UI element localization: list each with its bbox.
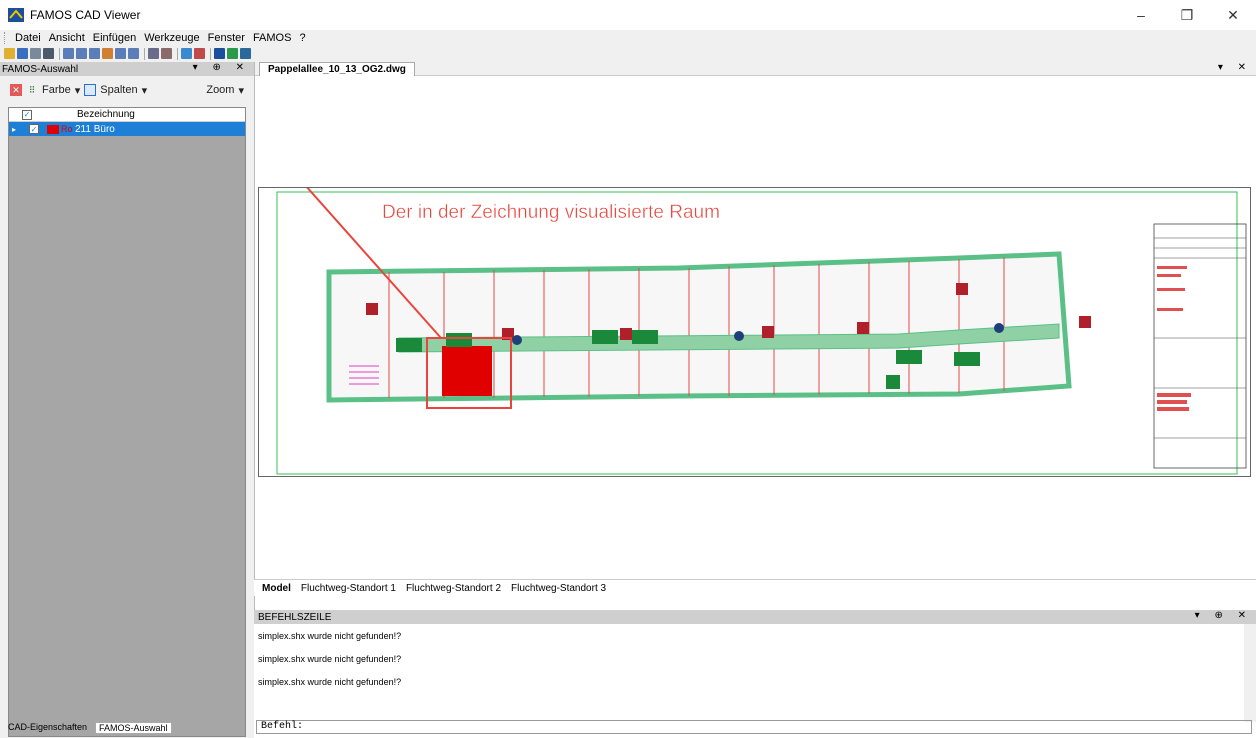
panel-title: FAMOS-Auswahl	[2, 63, 79, 75]
tab-famos-selection[interactable]: FAMOS-Auswahl	[95, 722, 172, 734]
layout-icon[interactable]	[181, 48, 192, 59]
document-tabbar: Pappelallee_10_13_OG2.dwg ▾ ✕	[255, 61, 1256, 76]
zoom-extents-icon[interactable]	[115, 48, 126, 59]
print-icon[interactable]	[43, 48, 54, 59]
menu-famos[interactable]: FAMOS	[249, 32, 296, 44]
layers-icon[interactable]	[148, 48, 159, 59]
menu-grip-icon	[4, 31, 7, 44]
row-label: 211 Büro	[75, 123, 115, 135]
command-header: BEFEHLSZEILE ▾ ⊕ ✕	[254, 610, 1256, 624]
row-checkbox[interactable]: ✓	[29, 124, 39, 134]
zoom-out-icon[interactable]	[89, 48, 100, 59]
table-row[interactable]: ▸ ✓ Ro 211 Büro	[9, 122, 245, 136]
annotation-text: Der in der Zeichnung visualisierte Raum	[382, 202, 720, 223]
room-color-swatch	[47, 124, 59, 134]
row-pointer-icon: ▸	[12, 124, 17, 134]
minimize-button[interactable]: –	[1118, 0, 1164, 30]
farbe-dropdown[interactable]: Farbe	[42, 84, 71, 96]
floor-plan: Der in der Zeichnung visualisierte Raum	[276, 157, 1247, 475]
document-area: Pappelallee_10_13_OG2.dwg ▾ ✕ Der in der…	[254, 61, 1256, 610]
panel-header: FAMOS-Auswahl ▾ ⊕ ✕	[0, 62, 254, 76]
command-input[interactable]: Befehl:	[256, 720, 1252, 734]
famos-link-icon[interactable]	[240, 48, 251, 59]
measure-icon[interactable]	[194, 48, 205, 59]
zoom-previous-icon[interactable]	[128, 48, 139, 59]
command-controls[interactable]: ▾ ⊕ ✕	[1195, 610, 1252, 621]
tab-fluchtweg-3[interactable]: Fluchtweg-Standort 3	[511, 583, 606, 594]
columns-icon	[84, 84, 97, 96]
famos-selection-panel: FAMOS-Auswahl ▾ ⊕ ✕ ✕ ⠿ Farbe ▾ Spalten …	[0, 62, 254, 738]
save-icon[interactable]	[17, 48, 28, 59]
drawing-viewport[interactable]: Der in der Zeichnung visualisierte Raum	[258, 157, 1251, 477]
tab-drawing[interactable]: Pappelallee_10_13_OG2.dwg	[259, 61, 415, 76]
room-grid: ✓ Bezeichnung ▸ ✓ Ro 211 Büro	[8, 107, 246, 737]
doc-controls[interactable]: ▾ ✕	[1218, 62, 1252, 73]
properties-icon[interactable]	[161, 48, 172, 59]
famos-back-icon[interactable]	[214, 48, 225, 59]
color-grid-icon: ⠿	[28, 84, 36, 95]
chevron-down-icon[interactable]: ▾	[238, 84, 244, 97]
command-scrollbar[interactable]	[1244, 624, 1256, 722]
chevron-down-icon[interactable]: ▾	[75, 84, 81, 97]
chevron-down-icon[interactable]: ▾	[142, 84, 148, 97]
print-preview-icon[interactable]	[30, 48, 41, 59]
tab-fluchtweg-2[interactable]: Fluchtweg-Standort 2	[406, 583, 501, 594]
select-all-checkbox[interactable]: ✓	[22, 109, 32, 120]
tab-model[interactable]: Model	[262, 583, 291, 594]
highlighted-room-211	[442, 346, 492, 396]
menu-einfuegen[interactable]: Einfügen	[89, 32, 140, 44]
pan-icon[interactable]	[102, 48, 113, 59]
famos-list-icon[interactable]	[227, 48, 238, 59]
panel-tabbar: CAD-Eigenschaften FAMOS-Auswahl	[8, 722, 172, 734]
command-panel: BEFEHLSZEILE ▾ ⊕ ✕ simplex.shx wurde nic…	[254, 610, 1256, 738]
row-code: Ro	[61, 124, 73, 134]
famos-logo-icon	[8, 7, 24, 23]
restore-button[interactable]: ❐	[1164, 0, 1210, 30]
zoom-dropdown[interactable]: Zoom	[206, 84, 234, 96]
close-button[interactable]: ✕	[1210, 0, 1256, 30]
filter-bar: ✕ ⠿ Farbe ▾ Spalten ▾ Zoom ▾	[0, 79, 254, 101]
grid-header: ✓ Bezeichnung	[9, 108, 245, 122]
clear-filter-icon[interactable]: ✕	[10, 84, 22, 96]
layout-tabbar: Model Fluchtweg-Standort 1 Fluchtweg-Sta…	[254, 579, 1256, 596]
zoom-window-icon[interactable]	[63, 48, 74, 59]
toolbar	[0, 45, 1256, 62]
panel-controls[interactable]: ▾ ⊕ ✕	[193, 62, 250, 73]
zoom-in-icon[interactable]	[76, 48, 87, 59]
menu-bar: Datei Ansicht Einfügen Werkzeuge Fenster…	[0, 30, 1256, 45]
menu-werkzeuge[interactable]: Werkzeuge	[140, 32, 203, 44]
command-output-line: simplex.shx wurde nicht gefunden!?	[258, 630, 402, 641]
command-output-line: simplex.shx wurde nicht gefunden!?	[258, 653, 402, 664]
menu-help[interactable]: ?	[295, 32, 309, 44]
column-bezeichnung[interactable]: Bezeichnung	[77, 109, 135, 120]
menu-ansicht[interactable]: Ansicht	[45, 32, 89, 44]
spalten-dropdown[interactable]: Spalten	[100, 84, 137, 96]
command-output-line: simplex.shx wurde nicht gefunden!?	[258, 676, 402, 687]
title-bar: FAMOS CAD Viewer – ❐ ✕	[0, 0, 1256, 30]
tab-fluchtweg-1[interactable]: Fluchtweg-Standort 1	[301, 583, 396, 594]
window-title: FAMOS CAD Viewer	[30, 8, 141, 22]
menu-fenster[interactable]: Fenster	[204, 32, 249, 44]
command-title: BEFEHLSZEILE	[258, 611, 332, 623]
menu-datei[interactable]: Datei	[11, 32, 45, 44]
tab-cad-properties[interactable]: CAD-Eigenschaften	[8, 722, 87, 734]
open-icon[interactable]	[4, 48, 15, 59]
